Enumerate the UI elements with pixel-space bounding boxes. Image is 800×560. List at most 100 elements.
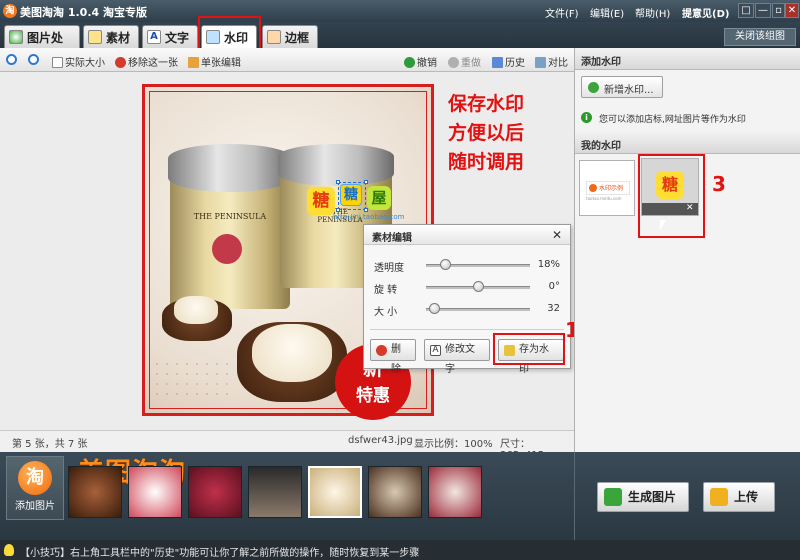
panel-title: 素材编辑 — [364, 225, 570, 245]
text-a-icon: A — [147, 30, 161, 44]
step-label-3: 3 — [712, 172, 726, 196]
add-image-label: 添加图片 — [15, 501, 55, 512]
maximize-icon[interactable]: ▫ — [772, 3, 785, 18]
generate-image-button[interactable]: 生成图片 — [597, 482, 689, 512]
close-group-button[interactable]: 关闭该组图 — [724, 28, 796, 46]
remove-icon — [115, 57, 126, 68]
zoom-level: 显示比例：100% — [414, 439, 493, 450]
highlight-box-my-watermark — [638, 154, 705, 238]
upload-icon — [710, 488, 728, 506]
history-button[interactable]: 历史 — [492, 54, 525, 69]
single-edit-button[interactable]: 单张编辑 — [188, 54, 241, 69]
delete-button[interactable]: 删除 — [370, 339, 416, 375]
actual-size-button[interactable]: 实际大小 — [52, 54, 105, 69]
palette-icon — [9, 30, 23, 44]
annotation-line: 方便以后 — [448, 122, 525, 144]
tab-label: 边框 — [285, 31, 310, 45]
watermark-char-1[interactable]: 糖 — [307, 187, 335, 215]
info-icon: i — [581, 112, 592, 123]
compare-button[interactable]: 对比 — [535, 54, 568, 69]
add-watermark-button[interactable]: 新增水印... — [581, 76, 663, 98]
app-logo-icon: 淘 — [3, 4, 17, 18]
undo-button[interactable]: 撤销 — [404, 54, 437, 69]
rotate-value: 0° — [548, 281, 560, 292]
resize-handle[interactable] — [364, 180, 368, 184]
watermark-sample-url: taotao.meitu.com — [586, 196, 622, 201]
watermark-char-3[interactable]: 屋 — [367, 186, 391, 210]
menu-feedback[interactable]: 提意见(D) — [682, 5, 729, 20]
tab-bar: 图片处理 素材 A 文字 水印 边框 — [0, 22, 800, 62]
thumbnail-4[interactable] — [248, 466, 302, 518]
menu-edit[interactable]: 编辑(E) — [590, 5, 624, 20]
watermark-item-1[interactable]: 水印示例 taotao.meitu.com — [579, 160, 635, 216]
divider — [370, 329, 564, 330]
close-icon[interactable]: ✕ — [785, 3, 799, 18]
upload-button[interactable]: 上传 — [703, 482, 775, 512]
lightbulb-icon — [4, 544, 14, 556]
annotation-line: 保存水印 — [448, 93, 525, 115]
watermark-selection-box[interactable] — [338, 182, 366, 210]
redo-button[interactable]: 重做 — [448, 54, 481, 69]
app-logo-icon: 淘 — [18, 461, 52, 495]
zoom-in-icon[interactable] — [6, 54, 19, 66]
thumbnail-7[interactable] — [428, 466, 482, 518]
tab-text[interactable]: A 文字 — [142, 25, 198, 48]
mouse-cursor-icon — [660, 220, 666, 230]
watermark-url: http://nj.taobao.com — [333, 213, 405, 221]
status-bar: 第 5 张，共 7 张 dsfwer43.jpg 显示比例：100% 尺寸：36… — [0, 430, 574, 461]
thumbnail-6[interactable] — [368, 466, 422, 518]
size-slider-knob[interactable] — [429, 303, 441, 314]
thumbnail-3[interactable] — [188, 466, 242, 518]
size-label: 大 小 — [374, 307, 398, 318]
right-panel: 添加水印 新增水印... i 您可以添加店标,网址图片等作为水印 我的水印 水印… — [574, 48, 800, 452]
tab-image-processing[interactable]: 图片处理 — [4, 25, 80, 62]
rotate-label: 旋 转 — [374, 285, 398, 296]
tab-border[interactable]: 边框 — [262, 25, 318, 48]
tab-material[interactable]: 素材 — [83, 25, 139, 48]
thumbnail-5-selected[interactable] — [308, 466, 362, 518]
restore-icon[interactable]: □ — [738, 3, 754, 18]
minimize-icon[interactable]: — — [755, 3, 771, 18]
remove-one-button[interactable]: 移除这一张 — [115, 54, 178, 69]
tip-text: 【小技巧】右上角工具栏中的"历史"功能可让你了解之前所做的操作，随时恢复到某一步… — [20, 548, 420, 559]
highlight-box-save-watermark — [493, 333, 565, 365]
promo-line-2: 特惠 — [356, 386, 390, 406]
menu-help[interactable]: 帮助(H) — [635, 5, 670, 20]
edit-text-button[interactable]: A 修改文字 — [424, 339, 490, 375]
add-icon — [588, 82, 599, 93]
tip-bar: 【小技巧】右上角工具栏中的"历史"功能可让你了解之前所做的操作，随时恢复到某一步… — [0, 540, 800, 560]
history-icon — [492, 57, 503, 68]
my-watermark-header: 我的水印 — [575, 132, 800, 154]
size-slider[interactable] — [426, 308, 530, 311]
close-icon[interactable]: ✕ — [552, 228, 562, 242]
menu-file[interactable]: 文件(F) — [545, 5, 579, 20]
undo-icon — [404, 57, 415, 68]
page-indicator: 第 5 张，共 7 张 — [12, 439, 88, 450]
zoom-out-icon[interactable] — [28, 54, 41, 66]
tab-label: 素材 — [106, 31, 131, 45]
thumbnail-1[interactable] — [68, 466, 122, 518]
redo-icon — [448, 57, 459, 68]
add-image-button[interactable]: 淘 添加图片 — [6, 456, 64, 520]
text-a-icon: A — [430, 345, 441, 356]
edit-icon — [188, 57, 199, 68]
resize-handle[interactable] — [364, 208, 368, 212]
opacity-slider-knob[interactable] — [439, 259, 451, 270]
resize-handle[interactable] — [336, 180, 340, 184]
opacity-label: 透明度 — [374, 263, 404, 274]
divider — [574, 452, 575, 540]
opacity-value: 18% — [537, 259, 560, 270]
annotation-text: 保存水印 方便以后 随时调用 — [448, 90, 558, 177]
watermark-hint: 您可以添加店标,网址图片等作为水印 — [599, 115, 746, 125]
size-value: 32 — [547, 303, 560, 314]
annotation-line: 随时调用 — [448, 151, 525, 173]
rotate-slider-knob[interactable] — [473, 281, 484, 292]
sample-logo-icon — [589, 184, 597, 192]
thumbnail-2[interactable] — [128, 466, 182, 518]
material-icon — [88, 30, 102, 44]
add-watermark-header: 添加水印 — [575, 48, 800, 70]
resize-handle[interactable] — [336, 208, 340, 212]
watermark-sample: 水印示例 — [586, 181, 630, 195]
border-icon — [267, 30, 281, 44]
file-name: dsfwer43.jpg — [348, 435, 413, 446]
